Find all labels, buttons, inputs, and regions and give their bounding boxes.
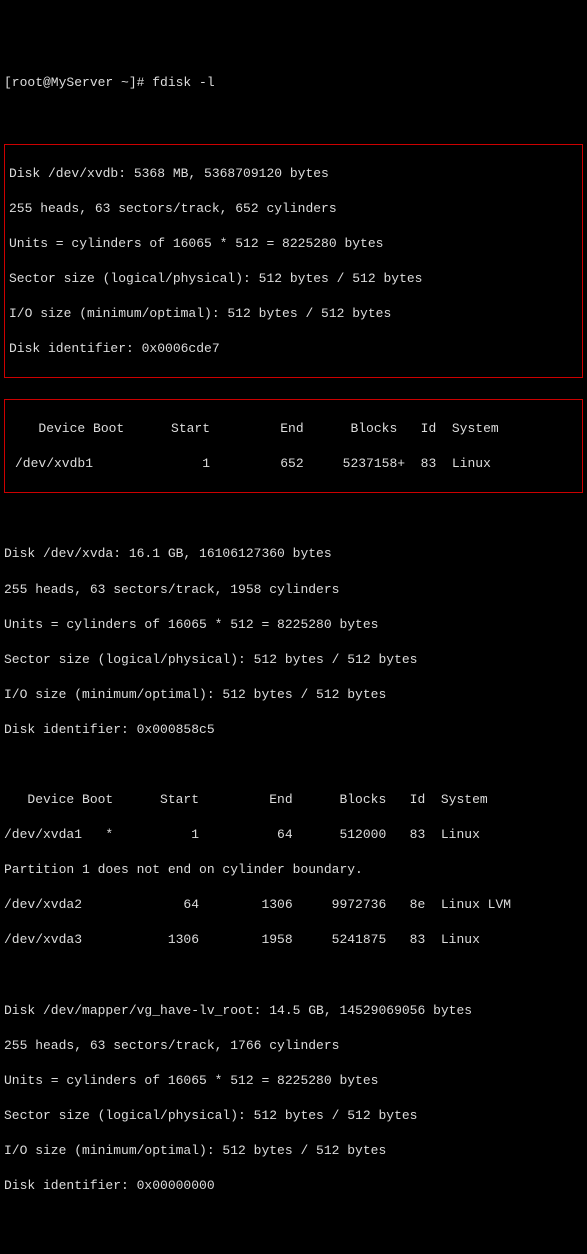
disk2-units: Units = cylinders of 16065 * 512 = 82252… [4,616,583,634]
disk2-ident: Disk identifier: 0x000858c5 [4,721,583,739]
disk3-ident: Disk identifier: 0x00000000 [4,1177,583,1195]
disk3-geom: 255 heads, 63 sectors/track, 1766 cylind… [4,1037,583,1055]
part2-warn: Partition 1 does not end on cylinder bou… [4,861,583,879]
blank-line [4,756,583,774]
disk1-geom: 255 heads, 63 sectors/track, 652 cylinde… [9,200,578,218]
disk2-header: Disk /dev/xvda: 16.1 GB, 16106127360 byt… [4,545,583,563]
part2-head: Device Boot Start End Blocks Id System [4,791,583,809]
blank-line [4,1247,583,1254]
disk1-header: Disk /dev/xvdb: 5368 MB, 5368709120 byte… [9,165,578,183]
highlight-box-disk1: Disk /dev/xvdb: 5368 MB, 5368709120 byte… [4,144,583,378]
shell-prompt: [root@MyServer ~]# fdisk -l [4,74,583,92]
blank-line [4,1212,583,1230]
disk2-sector: Sector size (logical/physical): 512 byte… [4,651,583,669]
part2-row3: /dev/xvda3 1306 1958 5241875 83 Linux [4,931,583,949]
part1-row: /dev/xvdb1 1 652 5237158+ 83 Linux [15,455,572,473]
blank-line [4,109,583,127]
disk2-geom: 255 heads, 63 sectors/track, 1958 cylind… [4,581,583,599]
disk1-sector: Sector size (logical/physical): 512 byte… [9,270,578,288]
disk1-ident: Disk identifier: 0x0006cde7 [9,340,578,358]
highlight-box-part1: Device Boot Start End Blocks Id System /… [4,399,583,493]
part1-head: Device Boot Start End Blocks Id System [15,420,572,438]
disk3-sector: Sector size (logical/physical): 512 byte… [4,1107,583,1125]
disk3-io: I/O size (minimum/optimal): 512 bytes / … [4,1142,583,1160]
disk2-io: I/O size (minimum/optimal): 512 bytes / … [4,686,583,704]
blank-line [4,967,583,985]
disk3-units: Units = cylinders of 16065 * 512 = 82252… [4,1072,583,1090]
part2-row1: /dev/xvda1 * 1 64 512000 83 Linux [4,826,583,844]
blank-line [4,510,583,528]
disk1-io: I/O size (minimum/optimal): 512 bytes / … [9,305,578,323]
part2-row2: /dev/xvda2 64 1306 9972736 8e Linux LVM [4,896,583,914]
disk1-units: Units = cylinders of 16065 * 512 = 82252… [9,235,578,253]
disk3-header: Disk /dev/mapper/vg_have-lv_root: 14.5 G… [4,1002,583,1020]
